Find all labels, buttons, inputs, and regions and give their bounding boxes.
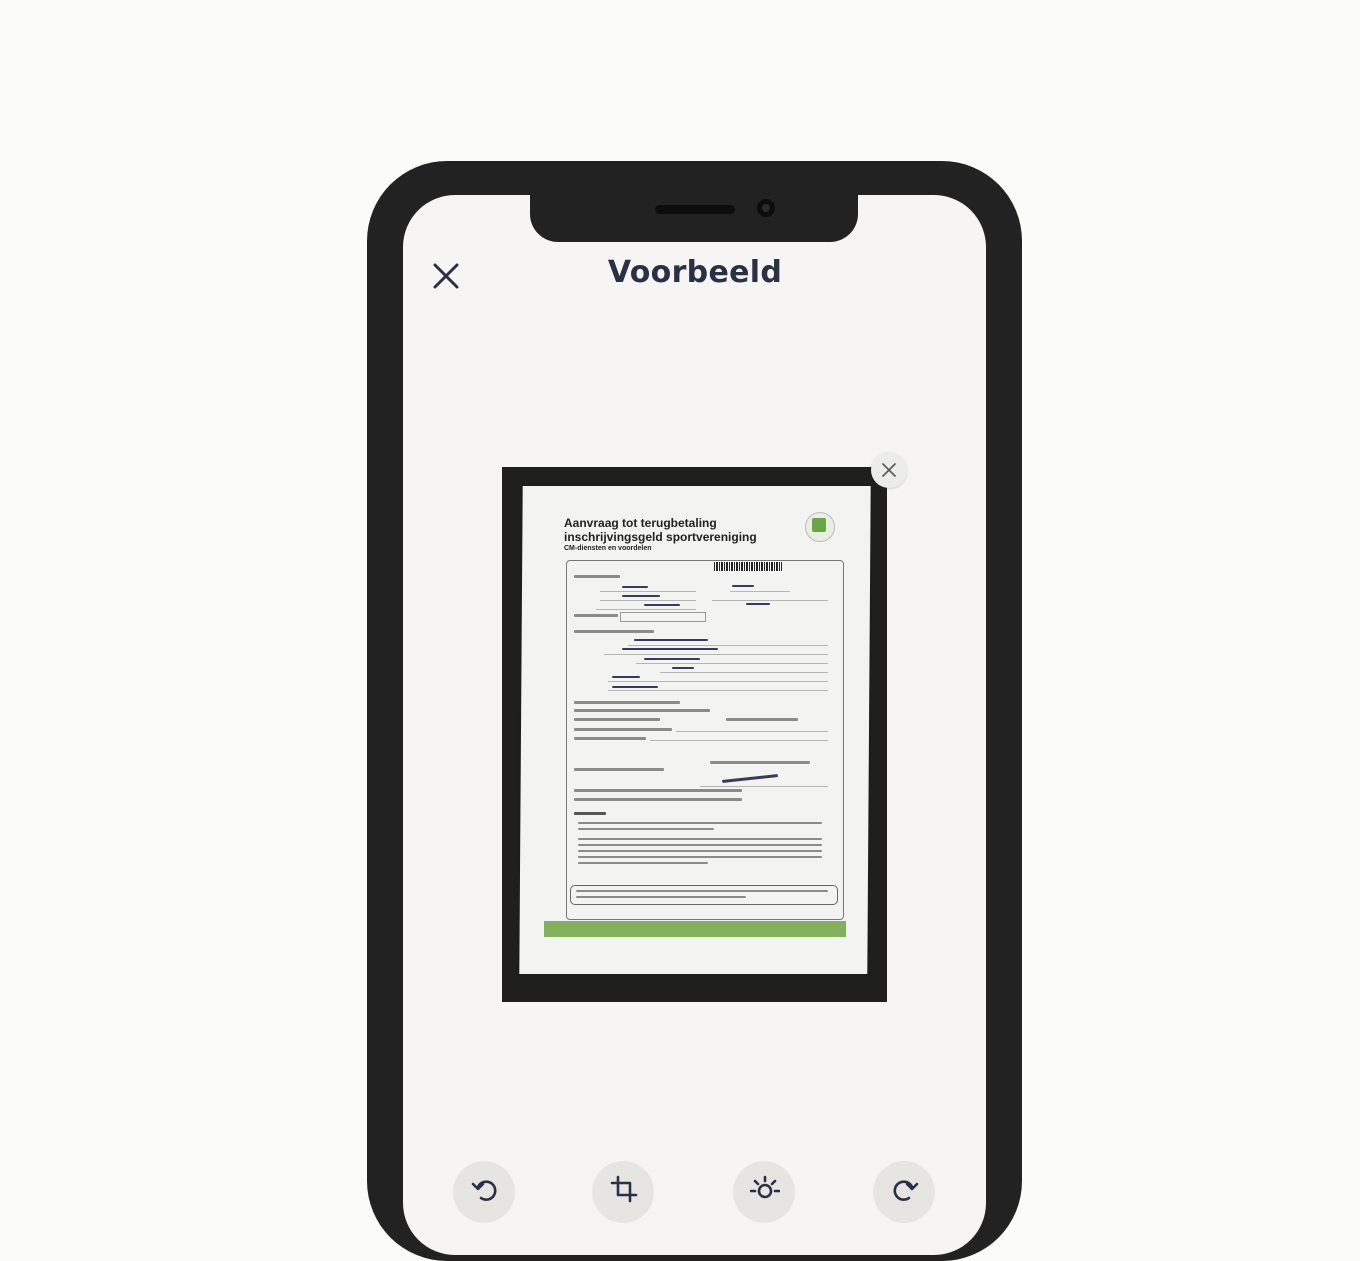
rotate-left-button[interactable] <box>453 1161 515 1223</box>
close-icon <box>433 263 459 289</box>
cm-logo <box>805 512 835 542</box>
form-field-line <box>636 663 828 664</box>
form-footer-bar <box>544 921 846 937</box>
close-icon <box>882 463 896 477</box>
form-label <box>574 718 660 721</box>
rotate-right-icon <box>893 1180 919 1201</box>
form-label <box>574 768 664 771</box>
handwriting <box>644 658 700 660</box>
page-title: Voorbeeld <box>607 255 783 290</box>
handwriting <box>622 595 660 597</box>
form-label <box>576 896 746 898</box>
brightness-button[interactable] <box>733 1161 795 1223</box>
form-field-line <box>600 600 696 601</box>
form-field-line <box>650 740 828 741</box>
document-title: Aanvraag tot terugbetaling inschrijvings… <box>564 516 757 544</box>
form-label <box>574 812 606 815</box>
form-label <box>574 701 680 704</box>
form-field-line <box>700 786 828 787</box>
form-label <box>710 761 810 764</box>
form-field-line <box>730 591 790 592</box>
form-field-line <box>628 645 828 646</box>
handwriting <box>732 585 754 587</box>
form-field-line <box>608 681 828 682</box>
form-field-line <box>600 591 696 592</box>
form-label <box>578 822 822 824</box>
close-button[interactable] <box>430 260 462 292</box>
remove-photo-button[interactable] <box>871 452 907 488</box>
form-label <box>578 828 714 830</box>
form-label <box>578 844 822 846</box>
id-number-boxes <box>620 612 706 622</box>
notice-box <box>570 885 838 905</box>
rotate-left-icon <box>471 1180 497 1201</box>
form-field-line <box>712 600 828 601</box>
form-label <box>574 728 672 731</box>
handwriting <box>612 686 658 688</box>
form-label <box>578 850 822 852</box>
handwriting <box>612 676 640 678</box>
form-label <box>578 838 822 840</box>
phone-speaker <box>655 205 735 214</box>
form-label <box>574 630 654 633</box>
form-field-line <box>596 609 696 610</box>
form-field-line <box>604 654 828 655</box>
brightness-icon <box>750 1175 780 1199</box>
handwriting <box>622 586 648 588</box>
form-label <box>574 575 620 578</box>
crop-button[interactable] <box>592 1161 654 1223</box>
form-field-line <box>608 690 828 691</box>
handwriting <box>644 604 680 606</box>
rotate-right-button[interactable] <box>873 1161 935 1223</box>
form-label <box>574 614 618 617</box>
form-label <box>578 862 708 864</box>
form-label <box>574 737 646 740</box>
form-field-line <box>660 672 828 673</box>
document-subtitle: CM-diensten en voordelen <box>564 545 652 552</box>
handwriting <box>622 648 718 650</box>
form-label <box>578 856 822 858</box>
phone-camera <box>757 199 775 217</box>
phone-notch <box>530 190 858 242</box>
crop-icon <box>610 1175 638 1203</box>
handwriting <box>634 639 708 641</box>
form-label <box>726 718 798 721</box>
form-label <box>576 890 828 892</box>
handwriting <box>672 667 694 669</box>
form-label <box>574 789 742 792</box>
handwriting <box>746 603 770 605</box>
form-label <box>574 798 742 801</box>
form-label <box>574 709 710 712</box>
form-field-line <box>676 731 828 732</box>
